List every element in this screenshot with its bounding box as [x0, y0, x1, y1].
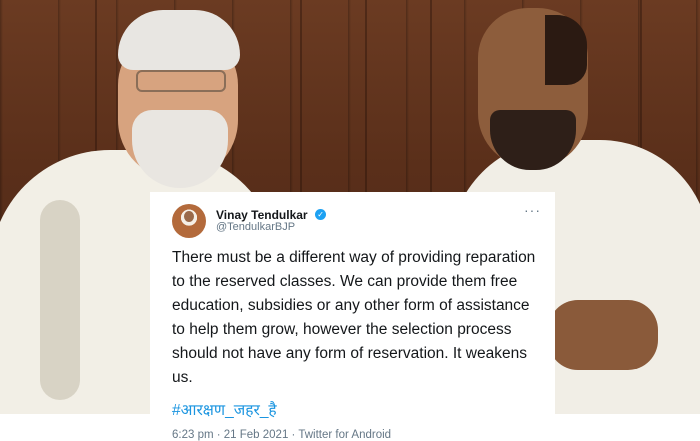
- left-person-glasses: [136, 70, 226, 92]
- left-person-hair: [118, 10, 240, 70]
- right-person-hair: [545, 15, 587, 85]
- tweet-text: There must be a different way of providi…: [172, 249, 536, 386]
- right-person-arm: [548, 300, 658, 370]
- avatar[interactable]: [172, 204, 206, 238]
- tweet-meta: 6:23 pm · 21 Feb 2021 · Twitter for Andr…: [172, 429, 392, 441]
- author-name[interactable]: Vinay Tendulkar: [216, 208, 308, 222]
- left-person-shadow: [40, 200, 80, 400]
- tweet-hashtag[interactable]: #आरक्षण_जहर_है: [164, 398, 541, 420]
- tweet-header: Vinay Tendulkar ✓ @TendulkarBJP ···: [164, 202, 541, 238]
- author-handle[interactable]: @TendulkarBJP: [216, 221, 295, 233]
- tweet-card[interactable]: Vinay Tendulkar ✓ @TendulkarBJP ··· Ther…: [150, 192, 555, 441]
- avatar-face: [184, 211, 194, 222]
- more-options-icon[interactable]: ···: [524, 202, 541, 218]
- verified-badge-icon: ✓: [315, 209, 327, 221]
